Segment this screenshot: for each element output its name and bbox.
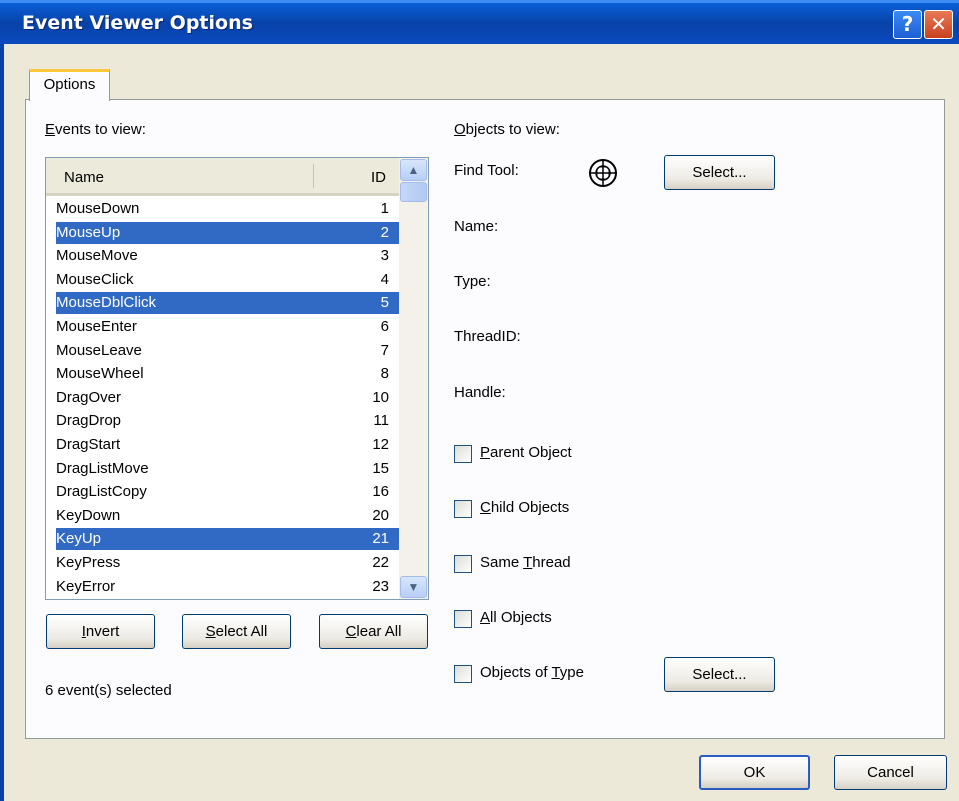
thread-id-label: ThreadID:	[454, 328, 521, 345]
parent-object-label[interactable]: Parent Object	[480, 444, 572, 461]
event-name: DragListMove	[56, 459, 149, 477]
event-id: 2	[380, 223, 389, 241]
event-id: 5	[380, 294, 389, 312]
list-item[interactable]: KeyPress 22	[56, 552, 399, 574]
objects-of-type-label[interactable]: Objects of Type	[480, 664, 584, 681]
event-name: MouseDown	[56, 200, 140, 217]
list-header[interactable]: Name ID	[46, 158, 399, 196]
chevron-down-icon: ▼	[407, 580, 420, 594]
crosshair-icon[interactable]	[587, 157, 619, 189]
event-id: 1	[380, 200, 389, 217]
clear-all-button[interactable]: Clear All	[319, 614, 428, 649]
handle-label: Handle:	[454, 384, 506, 401]
list-item[interactable]: MouseClick 4	[56, 269, 399, 291]
chevron-up-icon: ▲	[407, 163, 420, 177]
event-name: MouseEnter	[56, 318, 137, 335]
help-icon: ?	[901, 12, 914, 36]
list-item[interactable]: KeyError 23	[56, 576, 399, 598]
selection-count: 6 event(s) selected	[45, 682, 172, 699]
column-header-id[interactable]: ID	[371, 169, 386, 186]
window-frame	[0, 44, 4, 801]
event-name: MouseWheel	[56, 365, 144, 383]
find-tool-select-button[interactable]: Select...	[664, 155, 775, 190]
objects-of-type-checkbox[interactable]	[454, 665, 472, 683]
event-id: 20	[372, 506, 389, 524]
list-item[interactable]: DragListMove 15	[56, 458, 399, 480]
object-name-label: Name:	[454, 218, 499, 235]
list-item[interactable]: DragOver 10	[56, 387, 399, 409]
event-id: 22	[372, 554, 389, 571]
tab-label: Options	[43, 76, 96, 93]
list-item[interactable]: KeyUp 21	[56, 528, 399, 551]
column-header-name[interactable]: Name	[64, 169, 104, 186]
event-name: KeyError	[56, 577, 116, 595]
all-objects-label[interactable]: All Objects	[480, 609, 552, 626]
event-id: 3	[380, 247, 389, 265]
event-id: 21	[372, 530, 389, 548]
events-scrollbar[interactable]: ▲ ▼	[399, 158, 428, 599]
event-id: 10	[372, 388, 389, 406]
list-item[interactable]: MouseLeave 7	[56, 340, 399, 362]
select-all-button[interactable]: Select All	[182, 614, 291, 649]
event-id: 23	[372, 577, 389, 595]
event-name: MouseDblClick	[56, 294, 157, 312]
scroll-up-button[interactable]: ▲	[400, 159, 427, 181]
event-name: KeyUp	[56, 530, 102, 548]
event-name: MouseLeave	[56, 341, 142, 359]
same-thread-label[interactable]: Same Thread	[480, 554, 571, 571]
list-item[interactable]: MouseDown 1	[56, 198, 399, 220]
list-item[interactable]: KeyDown 20	[56, 505, 399, 527]
event-name: KeyPress	[56, 554, 121, 571]
events-list[interactable]: Name ID MouseDown 1 MouseUp 2 MouseMove 3 Mous…	[45, 157, 429, 600]
column-divider[interactable]	[313, 164, 314, 188]
event-name: DragListCopy	[56, 483, 147, 501]
event-name: MouseClick	[56, 270, 134, 288]
events-label: Events to view:	[45, 121, 146, 138]
parent-object-checkbox[interactable]	[454, 445, 472, 463]
list-item[interactable]: DragListCopy 16	[56, 481, 399, 503]
object-type-label: Type:	[454, 273, 491, 290]
event-name: DragOver	[56, 388, 122, 406]
list-item[interactable]: MouseMove 3	[56, 245, 399, 267]
object-type-select-button[interactable]: Select...	[664, 657, 775, 692]
title-bar[interactable]: Event Viewer Options ? ✕	[0, 0, 959, 44]
same-thread-checkbox[interactable]	[454, 555, 472, 573]
list-item[interactable]: MouseUp 2	[56, 221, 399, 244]
window-title: Event Viewer Options	[22, 12, 253, 34]
list-item[interactable]: DragDrop 11	[56, 410, 399, 432]
event-id: 6	[380, 318, 389, 335]
close-button[interactable]: ✕	[924, 10, 953, 39]
event-id: 15	[372, 459, 389, 477]
objects-label: Objects to view:	[454, 121, 560, 138]
event-name: MouseUp	[56, 223, 121, 241]
event-name: KeyDown	[56, 506, 121, 524]
event-id: 16	[372, 483, 389, 501]
tab-options[interactable]: Options	[29, 69, 110, 101]
event-id: 4	[380, 270, 389, 288]
event-name: MouseMove	[56, 247, 138, 265]
event-id: 12	[372, 436, 389, 453]
ok-button[interactable]: OK	[699, 755, 810, 790]
invert-button[interactable]: Invert	[46, 614, 155, 649]
scroll-thumb[interactable]	[400, 182, 427, 202]
help-button[interactable]: ?	[893, 10, 922, 39]
event-id: 7	[380, 341, 389, 359]
event-id: 8	[380, 365, 389, 383]
event-name: DragStart	[56, 436, 121, 453]
cancel-button[interactable]: Cancel	[834, 755, 947, 790]
child-objects-checkbox[interactable]	[454, 500, 472, 518]
child-objects-label[interactable]: Child Objects	[480, 499, 569, 516]
all-objects-checkbox[interactable]	[454, 610, 472, 628]
find-tool-label: Find Tool:	[454, 162, 519, 179]
list-item[interactable]: MouseDblClick 5	[56, 292, 399, 315]
list-item[interactable]: MouseEnter 6	[56, 316, 399, 338]
event-name: DragDrop	[56, 412, 122, 430]
close-icon: ✕	[930, 12, 947, 36]
scroll-down-button[interactable]: ▼	[400, 576, 427, 598]
list-item[interactable]: DragStart 12	[56, 434, 399, 456]
list-item[interactable]: MouseWheel 8	[56, 363, 399, 385]
event-id: 11	[373, 412, 389, 430]
